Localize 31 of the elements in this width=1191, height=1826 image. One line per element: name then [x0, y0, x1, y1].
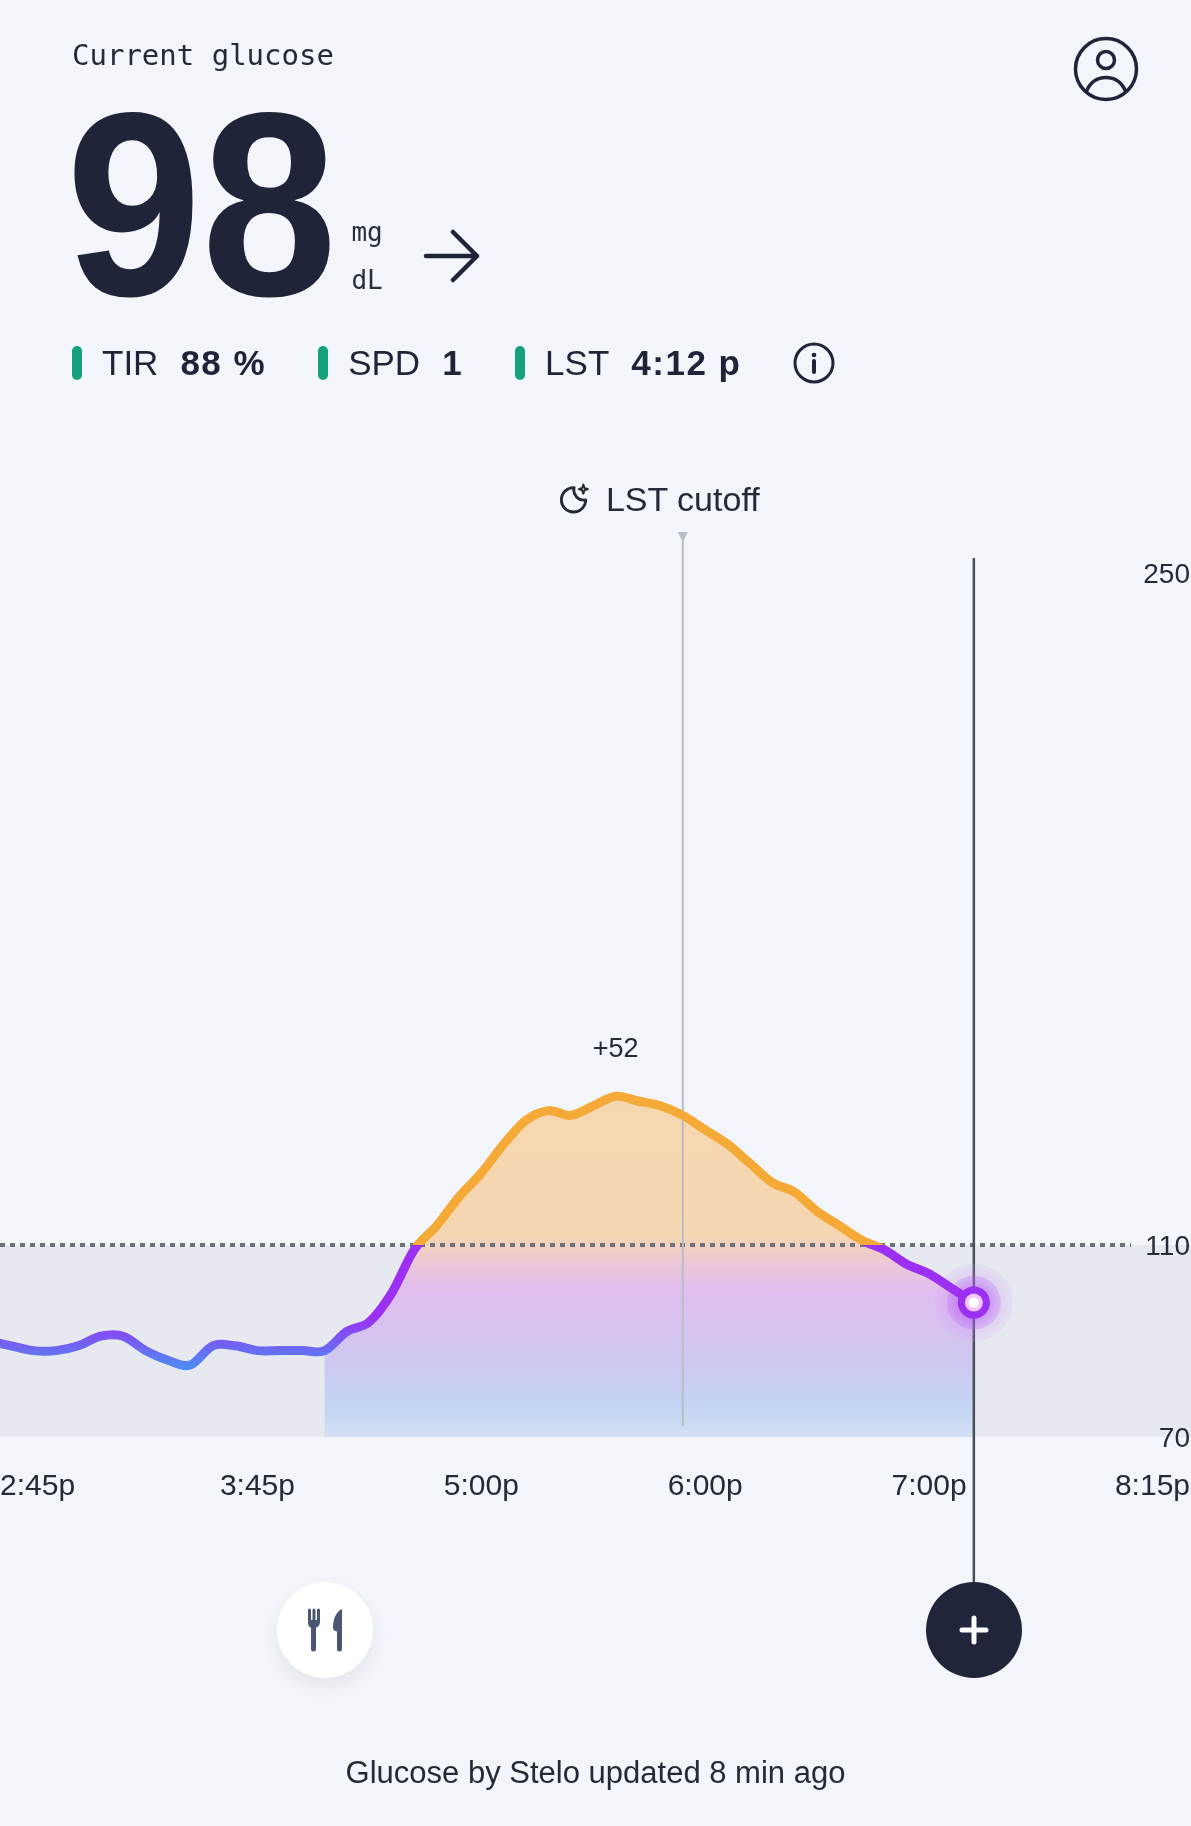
info-icon[interactable]: [793, 342, 836, 384]
y-axis-label: 250: [1143, 558, 1190, 589]
profile-icon[interactable]: [1073, 36, 1139, 102]
unit-label: mg: [351, 216, 383, 249]
status-pill-icon: [515, 346, 526, 380]
unit-label: dL: [351, 264, 383, 297]
x-axis-label: 5:00p: [443, 1468, 519, 1501]
current-glucose-label: Current glucose: [72, 38, 334, 72]
stat-value: 4:12 p: [631, 342, 742, 384]
cutoff-label: LST cutoff: [605, 479, 760, 519]
plus-icon: [958, 1615, 989, 1645]
x-axis-label: 3:45p: [219, 1468, 295, 1501]
current-point-icon: [957, 1286, 990, 1319]
status-pill-icon: [72, 346, 82, 380]
arrow-right-icon: [422, 228, 481, 284]
update-status-text: Glucose by Stelo updated 8 min ago: [344, 1755, 847, 1791]
y-axis-label: 110: [1145, 1230, 1190, 1261]
status-pill-icon: [318, 346, 329, 380]
stat-label: LST: [545, 342, 610, 384]
x-axis-label: 7:00p: [891, 1468, 967, 1501]
glucose-value: 98: [66, 72, 338, 337]
rise-label: +52: [592, 1033, 639, 1064]
x-axis-label: 8:15p: [1114, 1468, 1190, 1501]
stat-label: SPD: [348, 342, 421, 384]
x-axis-label: 6:00p: [667, 1468, 743, 1501]
stat-value: 88 %: [180, 342, 267, 384]
y-axis-label: 70: [1158, 1422, 1190, 1453]
stat-label: TIR: [102, 342, 159, 384]
stat-value: 1: [442, 342, 464, 384]
x-axis-label: 2:45p: [0, 1468, 76, 1501]
fork-knife-icon: [306, 1608, 343, 1652]
